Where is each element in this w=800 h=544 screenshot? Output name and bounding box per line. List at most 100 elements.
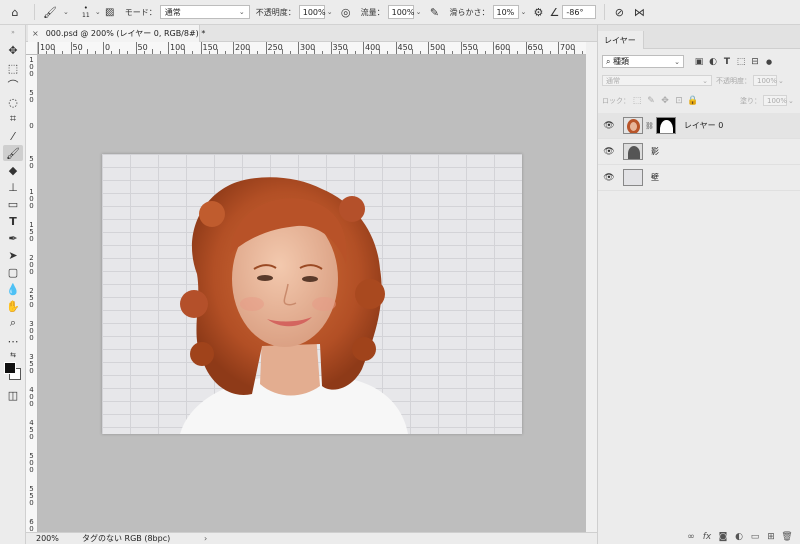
chevron-down-icon[interactable]: ⌄ xyxy=(327,8,333,16)
ruler-minor-tick xyxy=(224,51,226,54)
layer-row[interactable]: 👁 壁 xyxy=(598,165,800,191)
ruler-tick xyxy=(265,42,267,54)
ruler-label: 100 xyxy=(40,43,56,52)
brush-preset-icon[interactable]: 🖌 xyxy=(39,2,61,22)
layer-row[interactable]: 👁 ⛓ レイヤー 0 xyxy=(598,113,800,139)
chevron-down-icon[interactable]: ⌄ xyxy=(63,8,69,16)
filter-toggle-icon[interactable]: ● xyxy=(762,58,776,66)
more-tools-icon[interactable]: ⋯ xyxy=(3,333,23,349)
layers-panel: レイヤー ⌕ 種類 ⌄ ▣ ◐ T ⬚ ⊟ ● 通常 ⌄ 不透明度： 100% … xyxy=(597,25,800,544)
ruler-label: 600 xyxy=(495,43,511,52)
move-tool-icon[interactable]: ✥ xyxy=(3,42,23,58)
ruler-tick xyxy=(558,42,559,54)
new-layer-icon[interactable]: ⊞ xyxy=(763,532,779,542)
brush-size-value: 11 xyxy=(82,12,90,19)
foreground-color-swatch[interactable] xyxy=(4,362,16,374)
document-tab[interactable]: × 000.psd @ 200% (レイヤー 0, RGB/8#) * xyxy=(28,25,205,42)
hand-tool-icon[interactable]: ✋ xyxy=(3,298,23,314)
rectangle-tool-icon[interactable]: ▢ xyxy=(3,264,23,280)
airbrush-icon[interactable]: ✎ xyxy=(426,2,444,22)
visibility-eye-icon[interactable]: 👁 xyxy=(598,147,620,157)
brush-dot-icon: • xyxy=(83,4,88,12)
adjustment-layer-icon[interactable]: ◐ xyxy=(731,532,747,542)
eraser-tool-icon[interactable]: ◆ xyxy=(3,162,23,178)
layer-thumbnail xyxy=(623,117,643,134)
adjustment-filter-icon[interactable]: ◐ xyxy=(706,57,720,67)
tab-layers[interactable]: レイヤー xyxy=(598,31,644,49)
type-filter-icon[interactable]: T xyxy=(720,57,734,67)
smoothing-input[interactable]: 10% xyxy=(492,5,519,19)
ruler-label: 200 xyxy=(29,254,34,276)
image-filter-icon[interactable]: ▣ xyxy=(692,57,706,67)
layer-style-icon[interactable]: fx xyxy=(699,532,715,542)
gradient-tool-icon[interactable]: ▭ xyxy=(3,196,23,212)
zoom-level[interactable]: 200% xyxy=(26,534,60,543)
pressure-opacity-icon[interactable]: ◎ xyxy=(337,2,355,22)
layer-opacity-input[interactable]: 100% xyxy=(753,75,777,86)
layer-mask-thumbnail[interactable] xyxy=(655,117,676,134)
visibility-eye-icon[interactable]: 👁 xyxy=(598,121,620,131)
chevron-down-icon[interactable]: ⌄ xyxy=(788,97,794,105)
swap-colors-icon[interactable]: ⇆ xyxy=(3,350,23,359)
trash-icon[interactable]: 🗑 xyxy=(779,532,795,542)
link-icon[interactable]: ⛓ xyxy=(645,122,654,130)
add-mask-icon[interactable]: ◙ xyxy=(715,532,731,542)
smart-object-filter-icon[interactable]: ⊟ xyxy=(748,57,762,67)
ruler-minor-tick xyxy=(111,51,113,54)
ruler-label: 250 xyxy=(29,287,34,309)
document-image[interactable] xyxy=(102,154,522,434)
flow-input[interactable]: 100% xyxy=(387,5,415,19)
opacity-input[interactable]: 100% xyxy=(298,5,326,19)
lock-transparency-icon[interactable]: ⬚ xyxy=(630,96,644,106)
chevron-down-icon[interactable]: ⌄ xyxy=(416,8,422,16)
lock-all-icon[interactable]: 🔒 xyxy=(686,96,700,106)
toolbar-collapse-icon[interactable]: » xyxy=(3,29,23,36)
ruler-label: 300 xyxy=(300,43,316,52)
lock-artboard-icon[interactable]: ⊡ xyxy=(672,96,686,106)
symmetry-icon[interactable]: ⋈ xyxy=(629,2,649,22)
crop-tool-icon[interactable]: ⌗ xyxy=(3,111,23,127)
brush-settings-icon[interactable]: ▨ xyxy=(101,2,119,22)
chevron-down-icon[interactable]: ⌄ xyxy=(778,77,784,85)
mode-select[interactable]: 通常 ⌄ xyxy=(159,5,250,19)
ruler-minor-tick xyxy=(94,51,96,54)
layers-panel-footer: ∞ fx ◙ ◐ ▭ ⊞ 🗑 xyxy=(598,529,800,544)
ruler-label: 300 xyxy=(29,320,34,342)
stamp-tool-icon[interactable]: ⊥ xyxy=(3,179,23,195)
layer-filter-select[interactable]: ⌕ 種類 ⌄ xyxy=(602,55,684,68)
gear-icon[interactable]: ⚙ xyxy=(530,2,546,22)
home-icon[interactable]: ⌂ xyxy=(0,2,30,22)
brush-tool-icon[interactable]: 🖌 xyxy=(3,145,23,161)
visibility-eye-icon[interactable]: 👁 xyxy=(598,173,620,183)
lock-pixels-icon[interactable]: ✎ xyxy=(644,96,658,106)
angle-input[interactable]: -86° xyxy=(562,5,597,19)
layer-row[interactable]: 👁 影 xyxy=(598,139,800,165)
layer-filter-value: 種類 xyxy=(613,57,630,66)
blur-tool-icon[interactable]: 💧 xyxy=(3,281,23,297)
lock-position-icon[interactable]: ✥ xyxy=(658,96,672,106)
zoom-tool-icon[interactable]: ⌕ xyxy=(3,315,23,331)
chevron-down-icon: ⌄ xyxy=(674,57,680,66)
fill-input[interactable]: 100% xyxy=(763,95,787,106)
canvas-area[interactable] xyxy=(38,55,586,532)
pen-tool-icon[interactable]: ✒ xyxy=(3,230,23,246)
quick-select-tool-icon[interactable]: ◌ xyxy=(3,94,23,110)
blend-mode-value: 通常 xyxy=(606,76,620,85)
path-select-tool-icon[interactable]: ➤ xyxy=(3,247,23,263)
lasso-tool-icon[interactable]: ⌒ xyxy=(3,77,23,93)
type-tool-icon[interactable]: T xyxy=(3,213,23,229)
brush-size-picker[interactable]: • 11 xyxy=(79,4,93,20)
pressure-size-icon[interactable]: ⊘ xyxy=(609,2,629,22)
marquee-tool-icon[interactable]: ⬚ xyxy=(3,60,23,76)
close-icon[interactable]: × xyxy=(32,29,39,38)
link-layers-icon[interactable]: ∞ xyxy=(683,532,699,542)
blend-row: 通常 ⌄ 不透明度： 100% ⌄ xyxy=(598,75,800,86)
quick-mask-icon[interactable]: ◫ xyxy=(3,387,23,403)
chevron-down-icon[interactable]: ⌄ xyxy=(521,8,527,16)
chevron-right-icon[interactable]: › xyxy=(204,534,207,543)
blend-mode-select[interactable]: 通常 ⌄ xyxy=(602,75,712,86)
eyedropper-tool-icon[interactable]: ⁄ xyxy=(3,128,23,144)
new-group-icon[interactable]: ▭ xyxy=(747,532,763,542)
shape-filter-icon[interactable]: ⬚ xyxy=(734,57,748,67)
ruler-tick xyxy=(493,42,494,54)
